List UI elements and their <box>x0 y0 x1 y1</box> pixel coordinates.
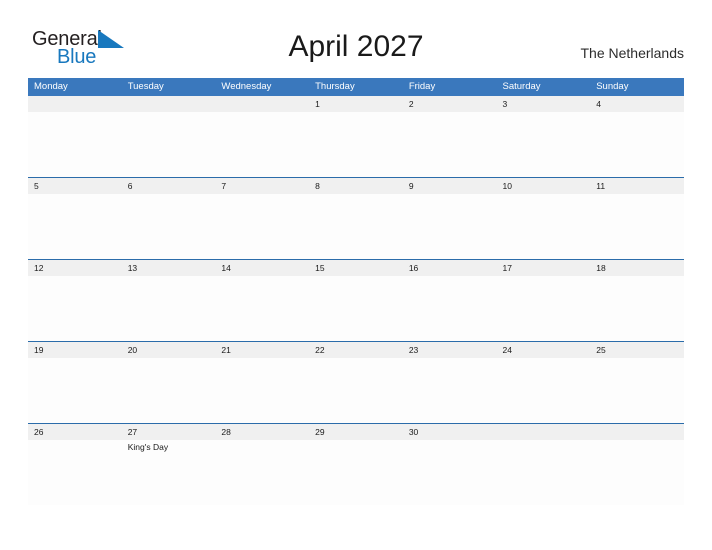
day-cell[interactable] <box>590 358 684 423</box>
day-number[interactable] <box>215 96 309 112</box>
day-cell[interactable] <box>590 440 684 505</box>
day-cell[interactable] <box>28 276 122 341</box>
day-number[interactable]: 23 <box>403 342 497 358</box>
day-cell[interactable] <box>497 194 591 259</box>
weekday-saturday: Saturday <box>502 81 541 92</box>
day-number[interactable]: 4 <box>590 96 684 112</box>
day-number[interactable]: 18 <box>590 260 684 276</box>
week-event-band <box>28 112 684 177</box>
week-row: 1 2 3 4 <box>28 96 684 177</box>
weekday-header-row: Monday Tuesday Wednesday Thursday Friday… <box>28 78 684 96</box>
week-row: 26 27 28 29 30 King's Day <box>28 423 684 505</box>
day-number[interactable]: 1 <box>309 96 403 112</box>
day-number[interactable]: 29 <box>309 424 403 440</box>
day-cell[interactable] <box>28 194 122 259</box>
week-event-band: King's Day <box>28 440 684 505</box>
week-date-band: 19 20 21 22 23 24 25 <box>28 341 684 358</box>
day-number[interactable]: 16 <box>403 260 497 276</box>
week-event-band <box>28 194 684 259</box>
day-cell[interactable] <box>590 194 684 259</box>
day-cell[interactable] <box>28 440 122 505</box>
day-number[interactable]: 15 <box>309 260 403 276</box>
week-date-band: 5 6 7 8 9 10 11 <box>28 177 684 194</box>
weekday-monday: Monday <box>34 81 68 92</box>
week-row: 12 13 14 15 16 17 18 <box>28 259 684 341</box>
country-label: The Netherlands <box>580 45 684 61</box>
week-row: 19 20 21 22 23 24 25 <box>28 341 684 423</box>
day-cell[interactable] <box>215 276 309 341</box>
day-cell[interactable] <box>215 194 309 259</box>
day-cell[interactable] <box>497 440 591 505</box>
page-header: General Blue April 2027 The Netherlands <box>0 0 712 78</box>
day-cell[interactable] <box>403 276 497 341</box>
weekday-sunday: Sunday <box>596 81 629 92</box>
day-number[interactable]: 8 <box>309 178 403 194</box>
day-number[interactable]: 19 <box>28 342 122 358</box>
day-cell[interactable] <box>215 358 309 423</box>
day-number[interactable]: 25 <box>590 342 684 358</box>
holiday-label: King's Day <box>127 442 169 452</box>
day-number[interactable]: 24 <box>497 342 591 358</box>
day-number[interactable]: 21 <box>215 342 309 358</box>
day-number[interactable]: 6 <box>122 178 216 194</box>
day-number[interactable]: 5 <box>28 178 122 194</box>
calendar-grid: Monday Tuesday Wednesday Thursday Friday… <box>28 78 684 505</box>
day-number[interactable]: 20 <box>122 342 216 358</box>
day-cell[interactable] <box>497 358 591 423</box>
day-cell[interactable] <box>309 276 403 341</box>
weekday-friday: Friday <box>408 81 436 92</box>
day-cell[interactable] <box>309 358 403 423</box>
weekday-tuesday: Tuesday <box>127 81 164 92</box>
day-number[interactable]: 26 <box>28 424 122 440</box>
day-number[interactable]: 27 <box>122 424 216 440</box>
day-cell[interactable] <box>497 276 591 341</box>
day-cell[interactable] <box>590 112 684 177</box>
week-date-band: 12 13 14 15 16 17 18 <box>28 259 684 276</box>
day-number[interactable]: 3 <box>497 96 591 112</box>
day-number[interactable]: 17 <box>497 260 591 276</box>
day-cell[interactable] <box>309 440 403 505</box>
weekday-wednesday: Wednesday <box>221 81 272 92</box>
day-number[interactable]: 28 <box>215 424 309 440</box>
week-row: 5 6 7 8 9 10 11 <box>28 177 684 259</box>
day-cell[interactable] <box>122 358 216 423</box>
day-cell[interactable] <box>215 440 309 505</box>
day-number[interactable] <box>122 96 216 112</box>
week-date-band: 26 27 28 29 30 <box>28 423 684 440</box>
day-number[interactable]: 11 <box>590 178 684 194</box>
day-number[interactable]: 12 <box>28 260 122 276</box>
day-cell[interactable] <box>309 194 403 259</box>
day-number[interactable]: 10 <box>497 178 591 194</box>
day-cell[interactable] <box>403 440 497 505</box>
day-cell[interactable] <box>497 112 591 177</box>
week-event-band <box>28 276 684 341</box>
day-cell[interactable] <box>590 276 684 341</box>
day-cell[interactable] <box>28 358 122 423</box>
day-number[interactable]: 9 <box>403 178 497 194</box>
day-number[interactable]: 22 <box>309 342 403 358</box>
day-cell[interactable] <box>309 112 403 177</box>
week-event-band <box>28 358 684 423</box>
day-cell[interactable]: King's Day <box>122 440 216 505</box>
day-number[interactable] <box>590 424 684 440</box>
day-cell[interactable] <box>122 276 216 341</box>
weekday-thursday: Thursday <box>315 81 355 92</box>
day-number[interactable]: 14 <box>215 260 309 276</box>
day-number[interactable]: 2 <box>403 96 497 112</box>
day-cell[interactable] <box>215 112 309 177</box>
day-cell[interactable] <box>403 194 497 259</box>
day-number[interactable]: 7 <box>215 178 309 194</box>
day-cell[interactable] <box>28 112 122 177</box>
day-number[interactable] <box>497 424 591 440</box>
day-number[interactable]: 30 <box>403 424 497 440</box>
day-cell[interactable] <box>403 112 497 177</box>
day-number[interactable]: 13 <box>122 260 216 276</box>
day-cell[interactable] <box>122 194 216 259</box>
day-cell[interactable] <box>122 112 216 177</box>
week-date-band: 1 2 3 4 <box>28 96 684 112</box>
day-cell[interactable] <box>403 358 497 423</box>
day-number[interactable] <box>28 96 122 112</box>
